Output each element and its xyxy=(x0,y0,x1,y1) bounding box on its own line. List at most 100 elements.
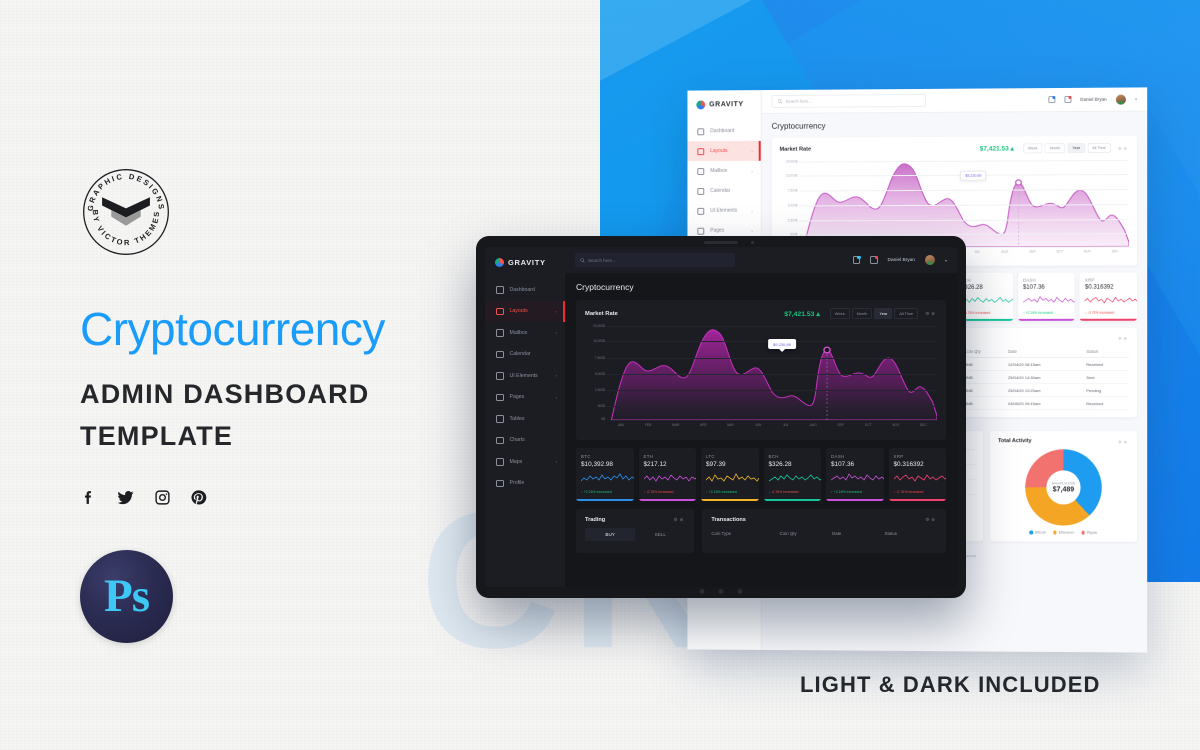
svg-text:· GRAPHIC DESIGNS ·: · GRAPHIC DESIGNS · xyxy=(80,166,166,212)
card-actions-icon[interactable]: ⚙⊗ xyxy=(674,517,686,523)
coin-accent-bar xyxy=(763,499,821,502)
total-activity-title: Total Activity xyxy=(998,438,1032,445)
instagram-icon[interactable] xyxy=(154,489,171,511)
total-activity-donut: Amount in USD $7,489 xyxy=(1025,449,1102,526)
coin-card-bch[interactable]: BCH $326.28 ↓ -0.76% increased xyxy=(763,448,821,502)
y-tick: 10,000$ xyxy=(785,173,798,178)
transactions-table-header: Coin Type Coin Qty Date Status xyxy=(711,528,937,539)
coin-card-btc[interactable]: BTC $10,392.98 ↑ +2.16% increased xyxy=(576,448,634,502)
sidebar-item-dashboard[interactable]: Dashboard xyxy=(687,121,760,141)
sidebar-item-maps[interactable]: Maps › xyxy=(485,451,565,473)
chevron-down-icon[interactable]: ▾ xyxy=(1135,97,1137,102)
x-tick: NOV xyxy=(892,423,900,427)
tab-week[interactable]: Week xyxy=(1022,143,1043,154)
sidebar-item-label: Layouts xyxy=(509,308,528,315)
tables-icon xyxy=(496,415,504,423)
sidebar-item-calendar[interactable]: Calendar xyxy=(485,344,565,366)
search-input[interactable]: Search here... xyxy=(771,93,926,108)
dark-market-rate-header: Market Rate $7,421.53 ▴ Week Month Year … xyxy=(585,308,937,319)
gravity-logo-icon xyxy=(696,100,706,110)
tab-week[interactable]: Week xyxy=(829,308,850,319)
y-tick: 10,000$ xyxy=(593,339,605,344)
search-icon xyxy=(778,99,783,104)
card-actions-icon[interactable]: ⚙⊗ xyxy=(1118,439,1129,444)
light-brand-logo[interactable]: GRAVITY xyxy=(687,90,760,110)
coin-sparkline xyxy=(1023,294,1075,307)
gravity-logo-icon xyxy=(495,258,504,267)
tab-month[interactable]: Month xyxy=(851,308,873,319)
dark-brand-logo[interactable]: GRAVITY xyxy=(485,247,565,267)
coin-price: $326.28 xyxy=(961,284,983,291)
coin-accent-bar xyxy=(826,499,884,502)
sidebar-item-charts[interactable]: Charts xyxy=(485,430,565,452)
coin-card-dash[interactable]: DASH $107.36 ↑ +2.16% increased xyxy=(826,448,884,502)
messages-icon[interactable] xyxy=(1048,96,1056,104)
coin-change: ↑ +2.16% increased xyxy=(581,490,612,494)
x-tick: DEC xyxy=(919,423,927,427)
x-tick: APR xyxy=(699,423,707,427)
transactions-header: Transactions ⚙⊗ xyxy=(711,517,937,523)
dark-sidebar-nav: Dashboard Layouts › Mailbox › Calendar UI … xyxy=(485,279,565,494)
coin-price: $107.36 xyxy=(831,461,855,468)
search-icon xyxy=(580,257,585,263)
facebook-icon[interactable] xyxy=(80,489,97,511)
dark-lower-panels: Trading ⚙⊗ BUY SELL Transactions ⚙⊗ Coin… xyxy=(576,509,946,561)
tab-all-time[interactable]: All Time xyxy=(1087,142,1111,154)
x-tick: MAR xyxy=(672,423,680,427)
light-dark-included-text: LIGHT & DARK INCLUDED xyxy=(800,672,1101,697)
x-tick: JUL xyxy=(782,423,789,427)
chevron-down-icon[interactable]: ▾ xyxy=(945,258,947,263)
search-input[interactable]: Search here... xyxy=(575,253,735,267)
x-tick: AUG xyxy=(1001,249,1009,254)
sidebar-item-pages[interactable]: Pages › xyxy=(485,387,565,409)
tab-month[interactable]: Month xyxy=(1044,143,1066,154)
sidebar-item-mailbox[interactable]: Mailbox › xyxy=(687,161,760,181)
dark-content: Cryptocurrency Market Rate $7,421.53 ▴ W… xyxy=(565,273,957,587)
victor-themes-badge: · GRAPHIC DESIGNS · BY VICTOR THEMES xyxy=(80,166,172,258)
coin-price: $10,392.98 xyxy=(581,461,613,468)
coin-card-xrp[interactable]: XRP $0.316392 ↓ -0.76% increased xyxy=(1079,272,1138,321)
maps-icon xyxy=(496,458,504,466)
col-coin-qty: Coin Qty xyxy=(962,345,1007,358)
card-actions-icon[interactable]: ⚙⊗ xyxy=(1118,335,1129,340)
card-actions-icon[interactable]: ⚙⊗ xyxy=(925,311,937,317)
pinterest-icon[interactable] xyxy=(190,489,207,511)
chevron-right-icon: › xyxy=(555,308,557,314)
sidebar-item-tables[interactable]: Tables xyxy=(485,408,565,430)
sidebar-item-layouts[interactable]: Layouts › xyxy=(485,300,565,322)
coin-price: $217.12 xyxy=(643,461,667,468)
twitter-icon[interactable] xyxy=(116,488,135,512)
messages-icon[interactable] xyxy=(852,255,861,264)
coin-card-xrp[interactable]: XRP $0.316392 ↓ -0.76% increased xyxy=(888,448,946,502)
light-total-activity-panel: Total Activity ⚙⊗ Amount in USD $7,489 B… xyxy=(990,431,1138,542)
sidebar-item-layouts[interactable]: Layouts › xyxy=(687,140,761,162)
sidebar-item-dashboard[interactable]: Dashboard xyxy=(485,279,565,301)
tab-year[interactable]: Year xyxy=(874,308,893,319)
sidebar-item-profile[interactable]: Profile xyxy=(485,473,565,495)
range-tabs: Week Month Year All Time xyxy=(829,308,919,319)
card-actions-icon[interactable]: ⚙⊗ xyxy=(925,517,937,523)
notifications-icon[interactable] xyxy=(1064,95,1072,104)
sidebar-item-ui-elements[interactable]: UI Elements › xyxy=(687,201,760,221)
sidebar-item-calendar[interactable]: Calendar xyxy=(687,181,760,201)
coin-card-dash[interactable]: DASH $107.36 ↑ +2.16% increased xyxy=(1017,272,1075,321)
coin-accent-bar xyxy=(638,499,696,502)
sidebar-item-mailbox[interactable]: Mailbox › xyxy=(485,322,565,344)
avatar[interactable] xyxy=(1115,94,1126,105)
sidebar-item-label: Tables xyxy=(509,415,525,422)
coin-accent-bar xyxy=(701,499,759,502)
tab-sell[interactable]: SELL xyxy=(635,528,685,541)
card-actions-icon[interactable]: ⚙⊗ xyxy=(1118,145,1129,150)
x-tick: JUN xyxy=(755,423,762,427)
tab-all-time[interactable]: All Time xyxy=(894,308,919,319)
coin-card-ltc[interactable]: LTC $97.39 ↑ +2.16% increased xyxy=(701,448,759,502)
coin-card-eth[interactable]: ETH $217.12 ↓ -0.76% increased xyxy=(638,448,696,502)
tab-buy[interactable]: BUY xyxy=(585,528,636,542)
tab-year[interactable]: Year xyxy=(1067,143,1086,154)
sidebar-item-ui-elements[interactable]: UI Elements › xyxy=(485,365,565,387)
pages-icon xyxy=(496,393,504,401)
notifications-icon[interactable] xyxy=(870,255,878,264)
coin-price: $326.28 xyxy=(768,461,792,468)
coin-sparkline xyxy=(893,474,946,482)
avatar[interactable] xyxy=(924,255,935,265)
